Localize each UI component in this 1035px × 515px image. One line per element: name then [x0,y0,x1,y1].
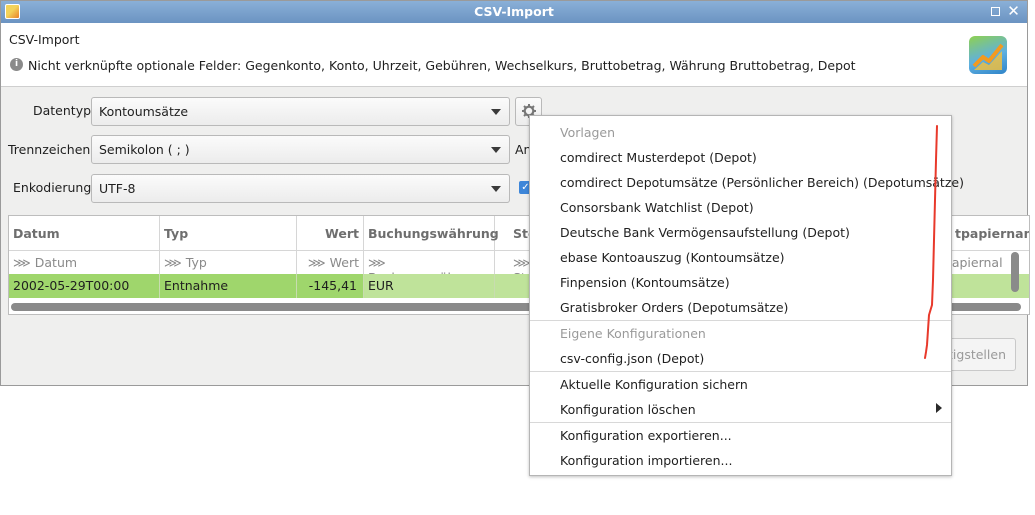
table-cell[interactable]: -145,41 [297,274,364,298]
info-icon: i [10,58,23,71]
menu-item-own-config[interactable]: csv-config.json (Depot) [560,351,704,366]
config-context-menu: Vorlagen comdirect Musterdepot (Depot) c… [529,115,964,476]
window-title: CSV-Import [474,4,554,19]
chevron-down-icon [491,186,501,192]
title-bar[interactable]: CSV-Import ✕ [1,1,1027,24]
menu-separator [530,422,951,423]
datentyp-value: Kontoumsätze [99,104,189,119]
maximize-icon[interactable] [988,4,1003,19]
mapping-cell-buchungswaehrung[interactable]: ⋙ Buchungswährung [364,250,495,285]
menu-item-import-config[interactable]: Konfiguration importieren... [560,453,732,468]
enkodierung-select[interactable]: UTF-8 [91,174,510,203]
mapping-cell-wert[interactable]: ⋙ Wert [297,250,364,274]
datentyp-label: Datentyp: [33,103,96,118]
submenu-arrow-icon [936,403,942,413]
menu-item-template[interactable]: ebase Kontoauszug (Kontoumsätze) [560,250,785,265]
chevron-down-icon [491,147,501,153]
mapping-cell-datum[interactable]: ⋙ Datum [9,250,160,274]
menu-separator [530,320,951,321]
menu-group-vorlagen: Vorlagen [560,125,616,140]
menu-item-template[interactable]: comdirect Depotumsätze (Persönlicher Ber… [560,175,964,190]
unmapped-fields-info: Nicht verknüpfte optionale Felder: Gegen… [28,58,856,73]
menu-item-template[interactable]: Finpension (Kontoumsätze) [560,275,730,290]
column-header-typ[interactable]: Typ [160,216,297,250]
trennzeichen-label: Trennzeichen: [8,142,95,157]
chevron-down-icon [491,109,501,115]
column-header-buchungswaehrung[interactable]: Buchungswährung [364,216,499,250]
enkodierung-label: Enkodierung: [13,180,96,195]
menu-item-export-config[interactable]: Konfiguration exportieren... [560,428,732,443]
menu-item-template[interactable]: Gratisbroker Orders (Depotumsätze) [560,300,788,315]
menu-item-save-config[interactable]: Aktuelle Konfiguration sichern [560,377,748,392]
portfolio-logo-icon [969,36,1007,74]
close-icon[interactable]: ✕ [1006,4,1021,19]
column-header-wert[interactable]: Wert [297,216,364,250]
mapping-cell-typ[interactable]: ⋙ Typ [160,250,297,274]
column-header-datum[interactable]: Datum [9,216,160,250]
menu-item-template[interactable]: Deutsche Bank Vermögensaufstellung (Depo… [560,225,850,240]
column-header-wertpapiername[interactable]: tpapiernam [939,216,1029,250]
vertical-scrollbar[interactable] [1011,252,1019,292]
table-cell[interactable]: Entnahme [160,274,297,298]
wizard-header: CSV-Import i Nicht verknüpfte optionale … [1,23,1027,87]
enkodierung-value: UTF-8 [99,181,136,196]
menu-separator [530,371,951,372]
red-annotation-mark [924,125,938,359]
table-cell[interactable]: EUR [364,274,495,298]
trennzeichen-value: Semikolon ( ; ) [99,142,190,157]
menu-group-eigene: Eigene Konfigurationen [560,326,706,341]
menu-item-delete-config[interactable]: Konfiguration löschen [560,402,696,417]
table-cell[interactable]: 2002-05-29T00:00 [9,274,160,298]
reset-button-label: tigstellen [948,347,1006,362]
trennzeichen-select[interactable]: Semikolon ( ; ) [91,135,510,164]
menu-item-template[interactable]: Consorsbank Watchlist (Depot) [560,200,754,215]
menu-item-template[interactable]: comdirect Musterdepot (Depot) [560,150,757,165]
datentyp-select[interactable]: Kontoumsätze [91,97,510,126]
page-title: CSV-Import [9,32,80,47]
